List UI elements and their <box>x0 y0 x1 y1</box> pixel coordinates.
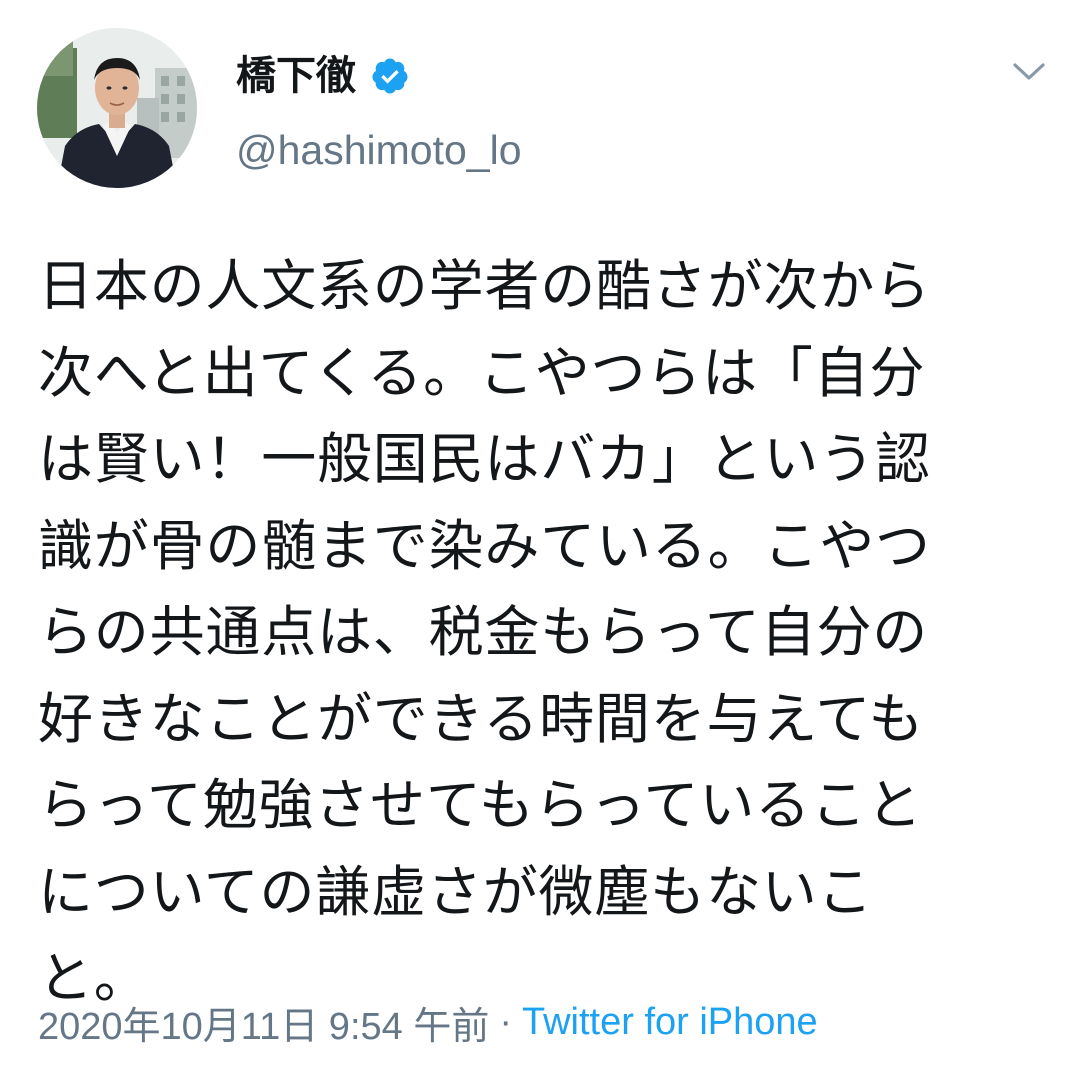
tweet-text-line: 識が骨の髄まで染みている。こやつ <box>38 513 931 578</box>
display-name[interactable]: 橋下徹 <box>236 46 356 106</box>
author-handle[interactable]: @hashimoto_lo <box>236 122 522 178</box>
tweet-text-line: らの共通点は、税金もらって自分の <box>38 600 929 664</box>
tweet-text-line: 好きなことができる時間を与えても <box>38 686 925 751</box>
tweet-text-line: 日本の人文系の学者の酷さが次から <box>38 254 931 318</box>
avatar[interactable] <box>37 28 197 188</box>
tweet-card: 橋下徹 @hashimoto_lo 日本の人文系の学者の酷さが次から 次へと出て… <box>0 0 1080 1083</box>
verified-badge-icon <box>370 56 410 96</box>
tweet-meta: 2020年10月11日 9:54 午前 · Twitter for iPhone <box>38 992 818 1052</box>
chevron-down-icon <box>1013 63 1045 80</box>
tweet-menu-button[interactable] <box>1004 52 1054 92</box>
tweet-text-line: は賢い！一般国民はバカ」という認 <box>38 427 931 491</box>
avatar-photo <box>37 28 197 188</box>
author-name-row[interactable]: 橋下徹 <box>236 46 410 106</box>
tweet-text-line: 次へと出てくる。こやつらは「自分 <box>38 340 926 405</box>
tweet-timestamp[interactable]: 2020年10月11日 9:54 午前 <box>38 995 489 1050</box>
tweet-source-link[interactable]: Twitter for iPhone <box>522 1001 818 1044</box>
meta-separator: · <box>499 1000 512 1043</box>
tweet-text: 日本の人文系の学者の酷さが次から 次へと出てくる。こやつらは「自分 は賢い！一般… <box>38 243 1048 1022</box>
tweet-text-line: についての謙虚さが微塵もないこ <box>38 859 874 924</box>
tweet-text-line: らって勉強させてもらっていること <box>38 773 923 837</box>
